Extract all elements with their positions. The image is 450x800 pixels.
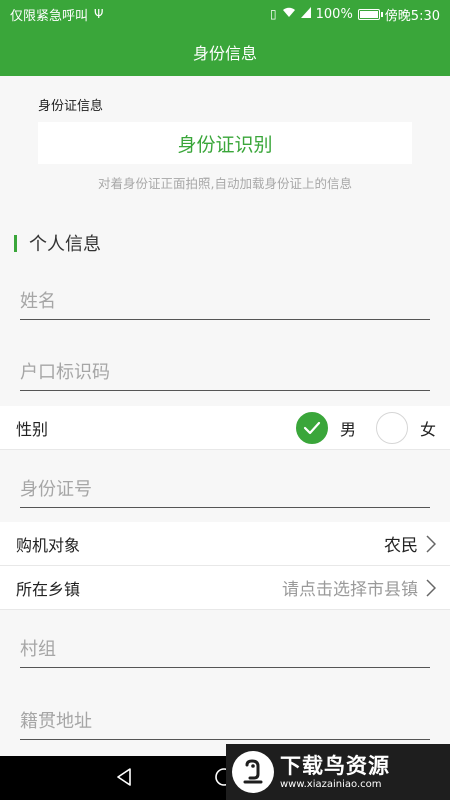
signal-icon <box>300 6 311 22</box>
gender-female-radio[interactable] <box>375 411 408 444</box>
gender-row: 性别 男 女 <box>0 406 450 450</box>
section-accent-bar <box>14 234 17 252</box>
clock: 傍晚5:30 <box>384 8 440 24</box>
vibrate-icon: ▯ <box>270 7 277 21</box>
status-bar: 仅限紧急呼叫 Ψ ▯ 100% 傍晚5:30 <box>0 0 450 28</box>
gender-female-label[interactable]: 女 <box>420 416 436 440</box>
gender-label: 性别 <box>16 419 49 439</box>
page-title: 身份信息 <box>192 44 257 63</box>
id-number-placeholder: 身份证号 <box>20 478 92 500</box>
town-row[interactable]: 所在乡镇 请点击选择市县镇 <box>0 566 450 610</box>
name-field[interactable]: 姓名 <box>20 280 430 320</box>
town-label: 所在乡镇 <box>16 579 81 599</box>
village-placeholder: 村组 <box>20 638 56 660</box>
bird-logo-icon <box>232 751 274 793</box>
chevron-right-icon <box>426 534 436 553</box>
native-address-field[interactable]: 籍贯地址 <box>20 700 430 740</box>
household-code-field[interactable]: 户口标识码 <box>20 351 430 391</box>
check-icon <box>303 421 321 434</box>
personal-info-title: 个人信息 <box>29 234 101 255</box>
gender-male-radio[interactable] <box>295 411 328 444</box>
battery-icon <box>357 8 383 20</box>
id-card-section: 身份证信息 身份证识别 对着身份证正面拍照,自动加载身份证上的信息 <box>0 76 450 206</box>
battery-percent: 100% <box>315 6 353 22</box>
native-address-placeholder: 籍贯地址 <box>20 710 92 732</box>
household-code-placeholder: 户口标识码 <box>20 361 110 383</box>
id-card-hint: 对着身份证正面拍照,自动加载身份证上的信息 <box>98 176 352 191</box>
id-card-label: 身份证信息 <box>38 99 104 114</box>
back-icon[interactable] <box>115 767 133 791</box>
app-bar: 身份信息 <box>0 28 450 76</box>
id-card-recognize-button[interactable]: 身份证识别 <box>38 122 412 164</box>
gender-radio-group: 男 女 <box>282 411 436 444</box>
watermark-url: www.xiazainiao.com <box>280 779 382 790</box>
village-field[interactable]: 村组 <box>20 628 430 668</box>
buyer-type-label: 购机对象 <box>16 535 81 555</box>
usb-icon: Ψ <box>94 7 104 21</box>
chevron-right-icon <box>426 578 436 597</box>
carrier-text: 仅限紧急呼叫 <box>10 8 89 24</box>
personal-info-header: 个人信息 <box>14 230 101 256</box>
wifi-icon <box>282 7 296 22</box>
id-number-field[interactable]: 身份证号 <box>20 468 430 508</box>
buyer-type-value: 农民 <box>384 536 418 556</box>
watermark-title: 下载鸟资源 <box>280 754 390 778</box>
gender-male-label[interactable]: 男 <box>340 416 356 440</box>
buyer-type-row[interactable]: 购机对象 农民 <box>0 522 450 566</box>
name-placeholder: 姓名 <box>20 290 56 312</box>
watermark: 下载鸟资源 www.xiazainiao.com <box>226 744 450 800</box>
town-placeholder: 请点击选择市县镇 <box>282 580 418 600</box>
